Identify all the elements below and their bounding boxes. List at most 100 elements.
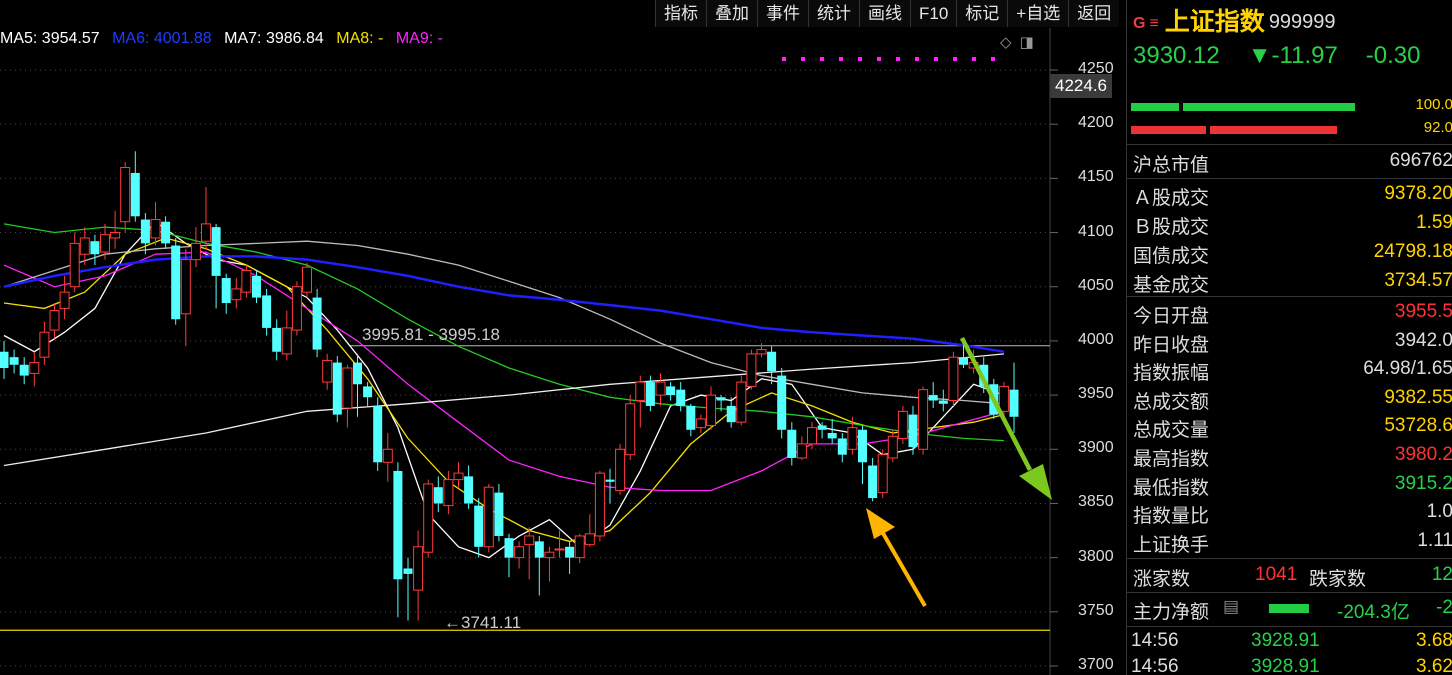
candle-body — [453, 472, 464, 481]
main-flow-row: 主力净额 ▤ -204.3亿 -2 — [1127, 594, 1452, 623]
candle-body — [201, 223, 211, 242]
chart-controls: ◇ ◨ — [1000, 33, 1034, 51]
candle-body — [211, 227, 221, 276]
bar-label-top: 100.0 — [1415, 96, 1452, 113]
candle-body — [716, 397, 726, 401]
candle-body — [291, 286, 302, 331]
stat-label: 昨日收盘 — [1133, 334, 1210, 356]
marker-dot — [858, 57, 862, 61]
stat-value: 64.98/1.65 — [1363, 358, 1452, 380]
toolbar-stats-button[interactable]: 统计 — [808, 0, 859, 27]
candle-body — [0, 351, 9, 368]
candle-body — [483, 486, 494, 548]
stat-label: Ｂ股成交 — [1133, 217, 1210, 238]
toolbar-event-button[interactable]: 事件 — [757, 0, 808, 27]
stat-label: 总成交量 — [1133, 420, 1210, 442]
marker-dot — [934, 57, 938, 61]
candle-body — [382, 448, 393, 463]
marker-dot — [991, 57, 995, 61]
candle-body — [615, 448, 626, 491]
candle-body — [140, 219, 150, 244]
buy-sell-bar-green-2 — [1183, 103, 1355, 111]
tick-volume: 3.68 — [1416, 630, 1452, 651]
toolbar-indicator-button[interactable]: 指标 — [655, 0, 706, 27]
y-tick-label: 4050 — [1078, 276, 1114, 294]
ma8-value: MA8: - — [336, 30, 384, 47]
diamond-icon[interactable]: ◇ — [1000, 33, 1012, 51]
candle-body — [322, 359, 333, 383]
candle-body — [19, 364, 29, 376]
main-flow-label: 主力净额 — [1133, 602, 1210, 623]
toolbar-back-button[interactable]: 返回 — [1068, 0, 1120, 27]
candle-body — [959, 357, 968, 365]
candle-body — [120, 167, 131, 223]
toolbar-overlay-button[interactable]: 叠加 — [706, 0, 757, 27]
candle-body — [90, 241, 100, 255]
toolbar-draw-button[interactable]: 画线 — [859, 0, 910, 27]
low-annotation: ←3741.11 — [444, 613, 521, 632]
candle-body — [150, 219, 161, 239]
stat-row: 基金成交 3734.57 — [1127, 267, 1452, 296]
candle-body — [565, 546, 575, 558]
marker-dot — [801, 57, 805, 61]
stat-row: 总成交量 53728.6 — [1127, 412, 1452, 442]
separator — [1127, 296, 1452, 297]
candlestick-chart[interactable]: 3995.81 - 3995.18 ←3741.11 — [0, 0, 1126, 675]
y-tick-label: 3700 — [1078, 656, 1114, 673]
bar-label-bottom: 92.0 — [1423, 119, 1452, 136]
candle-body — [594, 472, 605, 537]
g-icon[interactable]: G — [1133, 15, 1145, 32]
y-tick-label: 4100 — [1078, 222, 1114, 240]
candle-body — [413, 546, 424, 591]
candle-body — [544, 551, 555, 559]
candle-body — [281, 327, 292, 355]
candle-body — [858, 429, 867, 463]
stat-value: 3942.0 — [1394, 329, 1452, 351]
marker-dot — [896, 57, 900, 61]
candle-body — [887, 435, 898, 459]
chart-toolbar: 指标 叠加 事件 统计 画线 F10 标记 +自选 返回 — [655, 0, 1120, 28]
candle-body — [524, 535, 535, 546]
separator — [1127, 178, 1452, 179]
separator — [1127, 144, 1452, 145]
toolbar-mark-button[interactable]: 标记 — [956, 0, 1008, 27]
candle-body — [130, 172, 140, 217]
stat-row: 沪总市值 696762 — [1127, 147, 1452, 176]
stat-row: 国债成交 24798.18 — [1127, 238, 1452, 267]
orange-arrow-head — [866, 508, 895, 539]
candle-body — [353, 362, 362, 385]
stat-row: 最低指数 3915.2 — [1127, 470, 1452, 499]
menu-icon[interactable]: ≡ — [1149, 15, 1158, 32]
toolbar-f10-button[interactable]: F10 — [910, 0, 957, 27]
main-flow-bar — [1269, 604, 1309, 613]
candle-body — [908, 414, 918, 448]
toolbar-add-watchlist-button[interactable]: +自选 — [1007, 0, 1069, 27]
stat-value: 24798.18 — [1373, 241, 1452, 262]
stat-label: 基金成交 — [1133, 275, 1210, 296]
candle-body — [423, 483, 434, 553]
stat-label: 指数振幅 — [1133, 363, 1210, 385]
candle-body — [403, 568, 413, 574]
stat-label: 指数量比 — [1133, 506, 1210, 528]
candle-body — [252, 275, 261, 298]
candle-body — [746, 353, 757, 387]
ma-legend: MA5: 3954.57 MA6: 4001.88 MA7: 3986.84 M… — [0, 30, 451, 48]
candle-body — [938, 400, 948, 404]
stat-value: 3955.5 — [1394, 301, 1452, 322]
decline-label: 跌家数 — [1309, 569, 1367, 590]
stat-row: Ａ股成交 9378.20 — [1127, 180, 1452, 209]
tick-time: 14:56 — [1131, 656, 1179, 675]
candle-body — [443, 479, 454, 507]
candle-body — [777, 375, 787, 430]
buy-sell-bar-green-1 — [1131, 103, 1179, 111]
stat-row: 最高指数 3980.2 — [1127, 441, 1452, 470]
marker-dot — [839, 57, 843, 61]
panel-toggle-icon[interactable]: ◨ — [1020, 33, 1034, 51]
advance-decline-row: 涨家数 1041 跌家数 12 — [1127, 561, 1452, 590]
price-change-percent: -0.30 — [1365, 42, 1421, 69]
candle-body — [928, 395, 938, 401]
list-icon[interactable]: ▤ — [1223, 597, 1239, 617]
candle-body — [695, 418, 706, 429]
candle-body — [534, 541, 544, 558]
quote-panel: G ≡ 上证指数 999999 3930.12 ▼-11.97 -0.30 100.0 9… — [1126, 0, 1452, 675]
